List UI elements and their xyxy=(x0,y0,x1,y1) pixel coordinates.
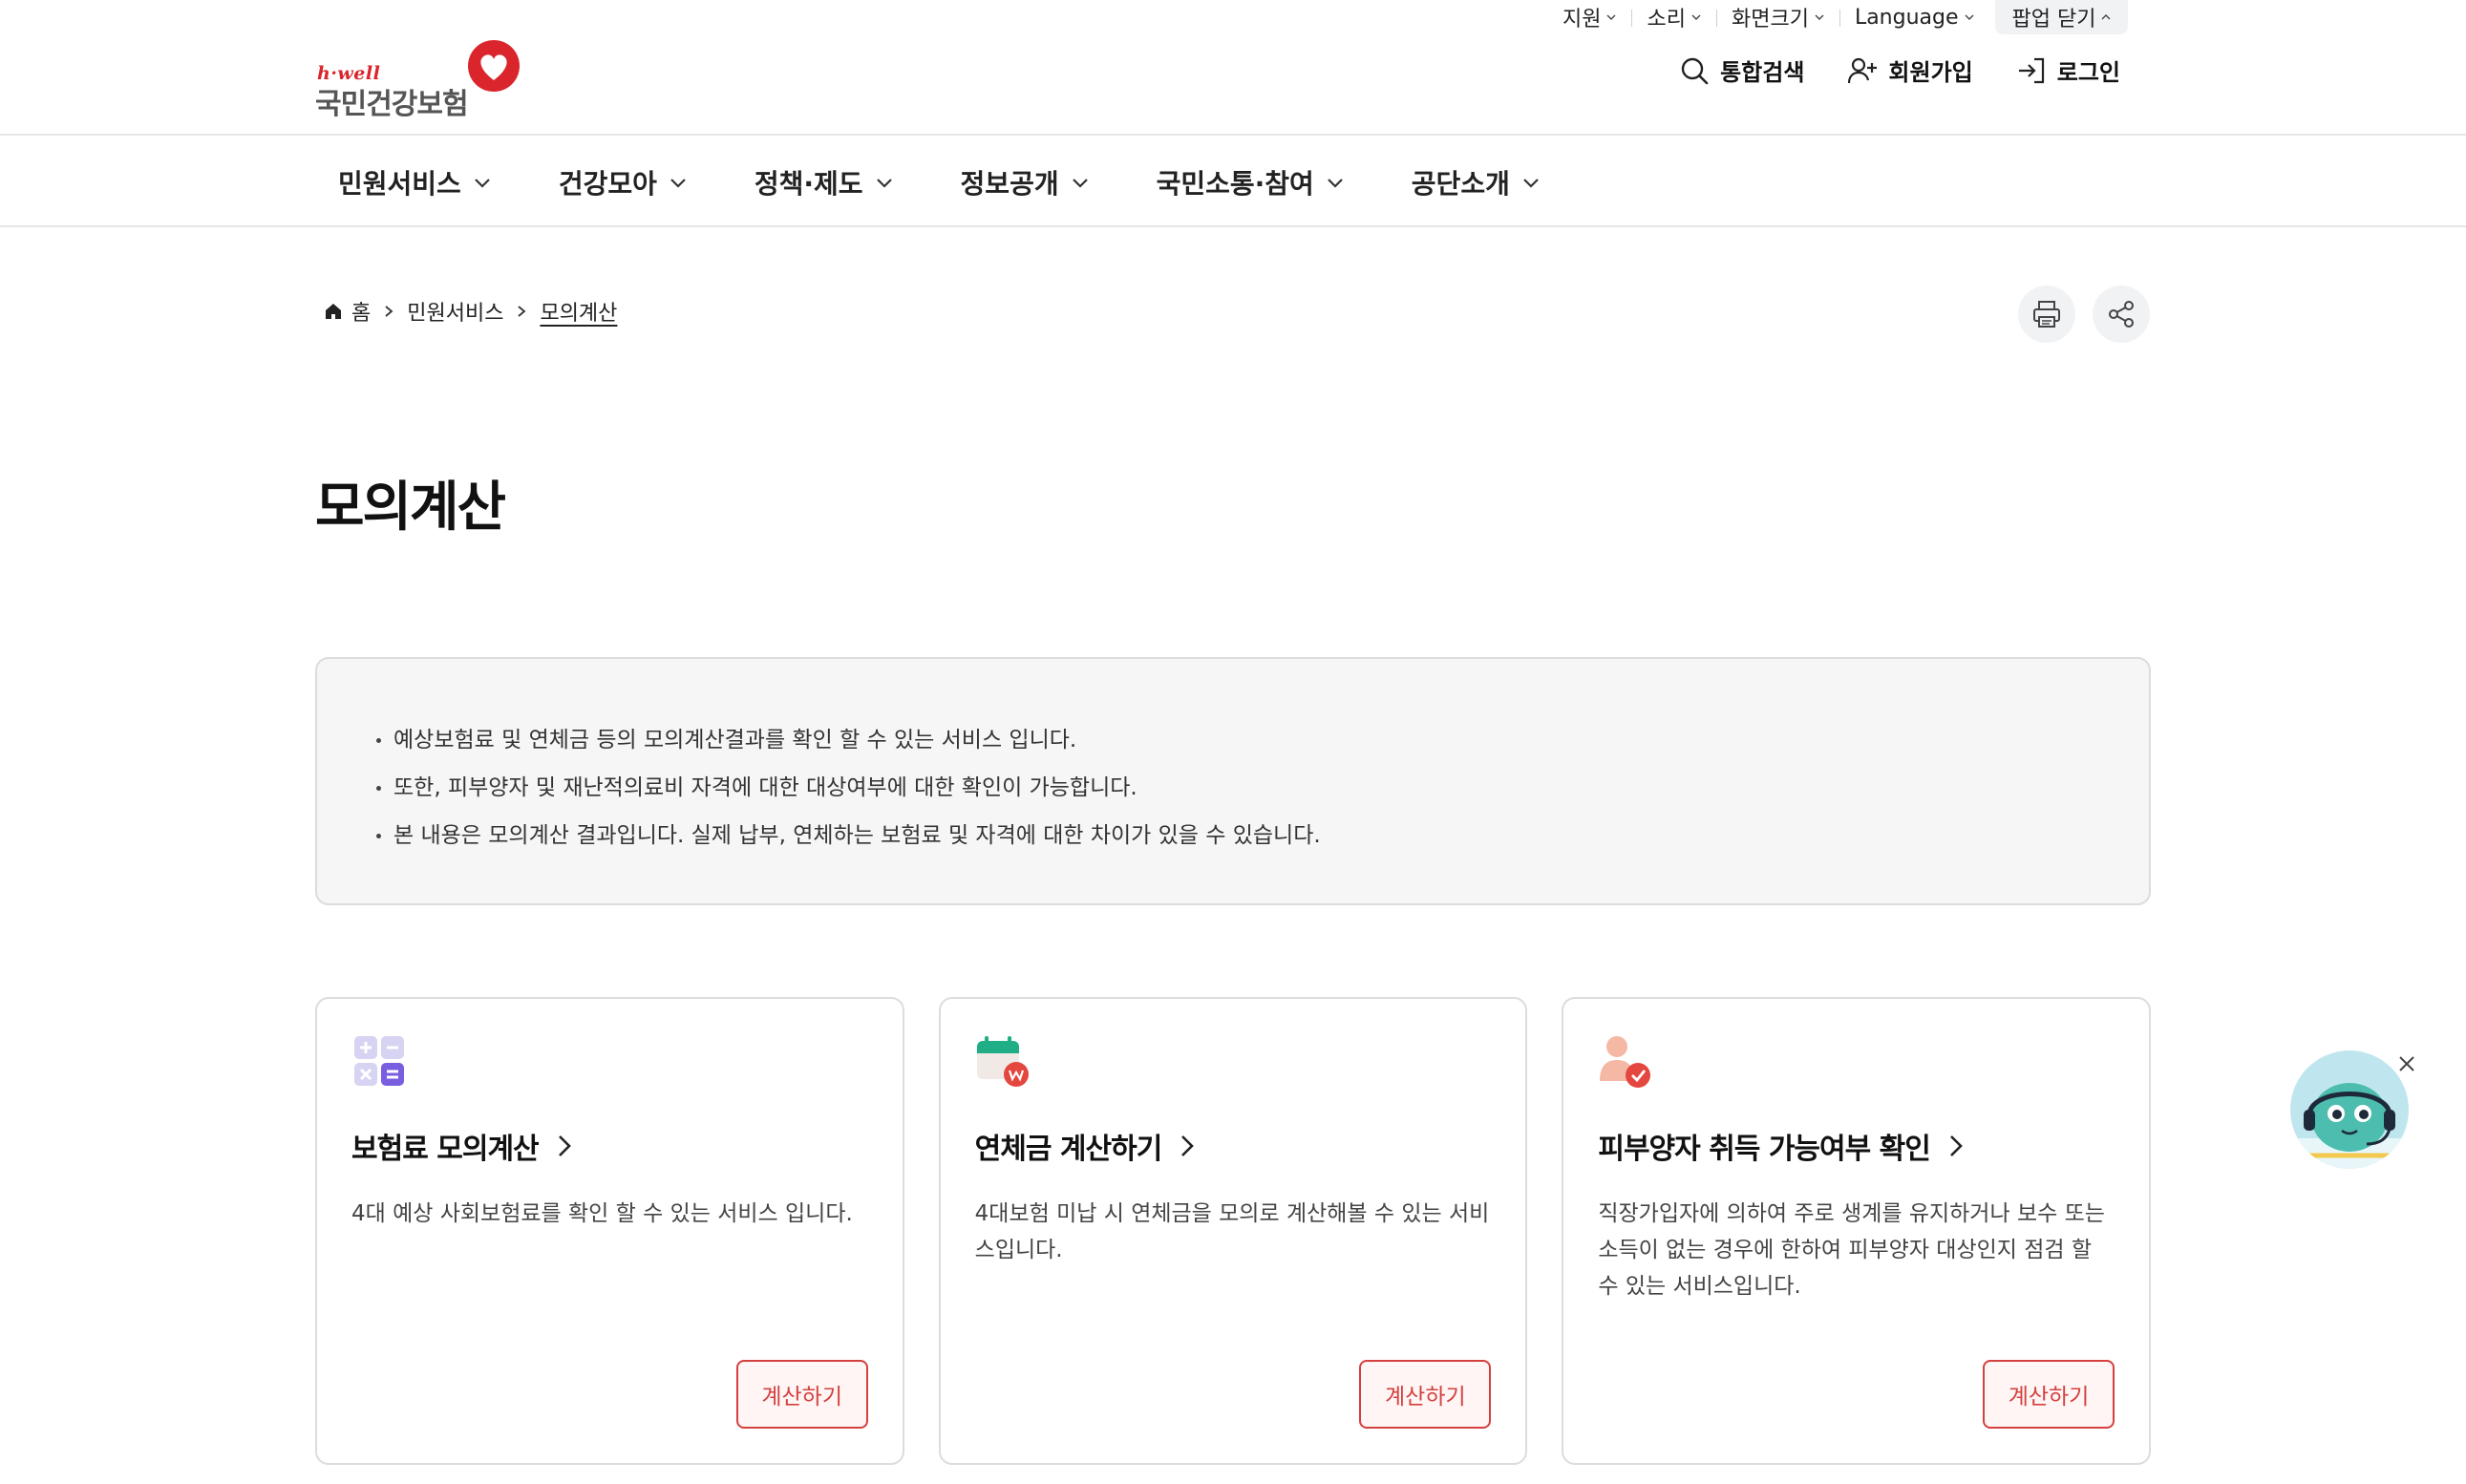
chevron-right-icon xyxy=(1949,1135,1963,1156)
integrated-search-button[interactable]: 통합검색 xyxy=(1678,53,1804,87)
print-button[interactable] xyxy=(2018,286,2075,343)
login-label: 로그인 xyxy=(2056,59,2120,86)
gnb-about-label: 공단소개 xyxy=(1411,168,1510,200)
gnb-health-moa-label: 건강모아 xyxy=(558,168,657,200)
chevron-right-icon xyxy=(558,1135,571,1156)
card-premium-calc-title[interactable]: 보험료 모의계산 xyxy=(351,1125,868,1167)
chevron-right-icon xyxy=(518,306,526,317)
breadcrumb-home-label: 홈 xyxy=(351,302,372,326)
page-tools xyxy=(2018,286,2150,343)
card-late-fee-calc: 연체금 계산하기 4대보험 미납 시 연체금을 모의로 계산해볼 수 있는 서비… xyxy=(938,997,1528,1465)
chevron-down-icon xyxy=(1523,179,1539,188)
close-icon[interactable] xyxy=(2395,1052,2418,1075)
signup-label: 회원가입 xyxy=(1888,59,1973,86)
service-cards: 보험료 모의계산 4대 예상 사회보험료를 확인 할 수 있는 서비스 입니다.… xyxy=(315,997,2152,1465)
chevron-down-icon xyxy=(876,179,892,188)
gnb-policy-label: 정책·제도 xyxy=(754,168,863,200)
calculator-icon xyxy=(354,1036,404,1086)
chatbot-mascot-icon xyxy=(2290,1083,2409,1169)
integrated-search-label: 통합검색 xyxy=(1720,59,1805,86)
chevron-right-icon xyxy=(385,306,393,317)
gnb-civil-service[interactable]: 민원서비스 xyxy=(338,163,492,201)
card-dependent-title[interactable]: 피부양자 취득 가능여부 확인 xyxy=(1598,1125,2115,1167)
search-icon xyxy=(1681,57,1709,84)
info-line: 예상보험료 및 연체금 등의 모의계산결과를 확인 할 수 있는 서비스 입니다… xyxy=(372,716,2094,764)
login-button[interactable]: 로그인 xyxy=(2015,53,2120,87)
calculate-button[interactable]: 계산하기 xyxy=(735,1360,868,1429)
info-box: 예상보험료 및 연체금 등의 모의계산결과를 확인 할 수 있는 서비스 입니다… xyxy=(315,657,2151,905)
gnb-participation[interactable]: 국민소통·참여 xyxy=(1157,163,1345,201)
info-line: 또한, 피부양자 및 재난적의료비 자격에 대한 대상여부에 대한 확인이 가능… xyxy=(372,764,2094,812)
gnb-info-disclosure[interactable]: 정보공개 xyxy=(961,163,1090,201)
calculate-button[interactable]: 계산하기 xyxy=(1359,1360,1492,1429)
logo-name: 국민건강보험 xyxy=(315,88,469,121)
page-title: 모의계산 xyxy=(315,477,506,539)
share-button[interactable] xyxy=(2093,286,2150,343)
home-icon xyxy=(326,304,341,319)
card-description: 4대 예상 사회보험료를 확인 할 수 있는 서비스 입니다. xyxy=(351,1201,853,1226)
site-header: h·well 국민건강보험 통합검색 회원가입 로그인 xyxy=(0,0,2466,136)
card-title-label: 연체금 계산하기 xyxy=(974,1133,1163,1166)
heart-logo-icon xyxy=(468,40,520,92)
chevron-down-icon xyxy=(1328,179,1343,188)
calculate-button[interactable]: 계산하기 xyxy=(1983,1360,2115,1429)
card-premium-calc: 보험료 모의계산 4대 예상 사회보험료를 확인 할 수 있는 서비스 입니다.… xyxy=(315,997,904,1465)
card-title-label: 보험료 모의계산 xyxy=(351,1133,540,1166)
share-icon xyxy=(2109,301,2134,328)
signup-button[interactable]: 회원가입 xyxy=(1846,53,1973,87)
chevron-down-icon xyxy=(475,179,490,188)
calendar-won-icon xyxy=(976,1036,1029,1087)
card-description: 직장가입자에 의하여 주로 생계를 유지하거나 보수 또는 소득이 없는 경우에… xyxy=(1598,1201,2105,1299)
card-dependent-check: 피부양자 취득 가능여부 확인 직장가입자에 의하여 주로 생계를 유지하거나 … xyxy=(1562,997,2152,1465)
breadcrumb-home[interactable]: 홈 xyxy=(323,296,371,327)
gnb-participation-label: 국민소통·참여 xyxy=(1156,168,1314,200)
gnb-health-moa[interactable]: 건강모아 xyxy=(559,163,688,201)
chevron-down-icon xyxy=(670,179,686,188)
breadcrumb: 홈 민원서비스 모의계산 xyxy=(323,296,617,327)
login-icon xyxy=(2018,57,2044,83)
card-description: 4대보험 미납 시 연체금을 모의로 계산해볼 수 있는 서비스입니다. xyxy=(974,1201,1490,1262)
person-check-icon xyxy=(1600,1036,1651,1088)
chatbot-button[interactable] xyxy=(2290,1050,2409,1169)
gnb-about[interactable]: 공단소개 xyxy=(1412,163,1541,201)
info-line: 본 내용은 모의계산 결과입니다. 실제 납부, 연체하는 보험료 및 자격에 … xyxy=(372,812,2094,859)
gnb-policy[interactable]: 정책·제도 xyxy=(755,163,894,201)
site-logo[interactable]: h·well 국민건강보험 xyxy=(315,38,525,121)
user-add-icon xyxy=(1848,57,1878,83)
breadcrumb-current[interactable]: 모의계산 xyxy=(540,296,617,327)
chevron-down-icon xyxy=(1072,179,1088,188)
chevron-right-icon xyxy=(1181,1135,1195,1156)
breadcrumb-civil-service[interactable]: 민원서비스 xyxy=(407,296,503,327)
header-actions: 통합검색 회원가입 로그인 xyxy=(1678,53,2120,87)
main-navigation: 민원서비스 건강모아 정책·제도 정보공개 국민소통·참여 공단소개 xyxy=(0,138,2466,227)
gnb-info-disclosure-label: 정보공개 xyxy=(960,168,1059,200)
printer-icon xyxy=(2033,301,2060,328)
gnb-civil-service-label: 민원서비스 xyxy=(338,168,461,200)
card-title-label: 피부양자 취득 가능여부 확인 xyxy=(1598,1133,1931,1166)
card-late-fee-title[interactable]: 연체금 계산하기 xyxy=(975,1125,1492,1167)
